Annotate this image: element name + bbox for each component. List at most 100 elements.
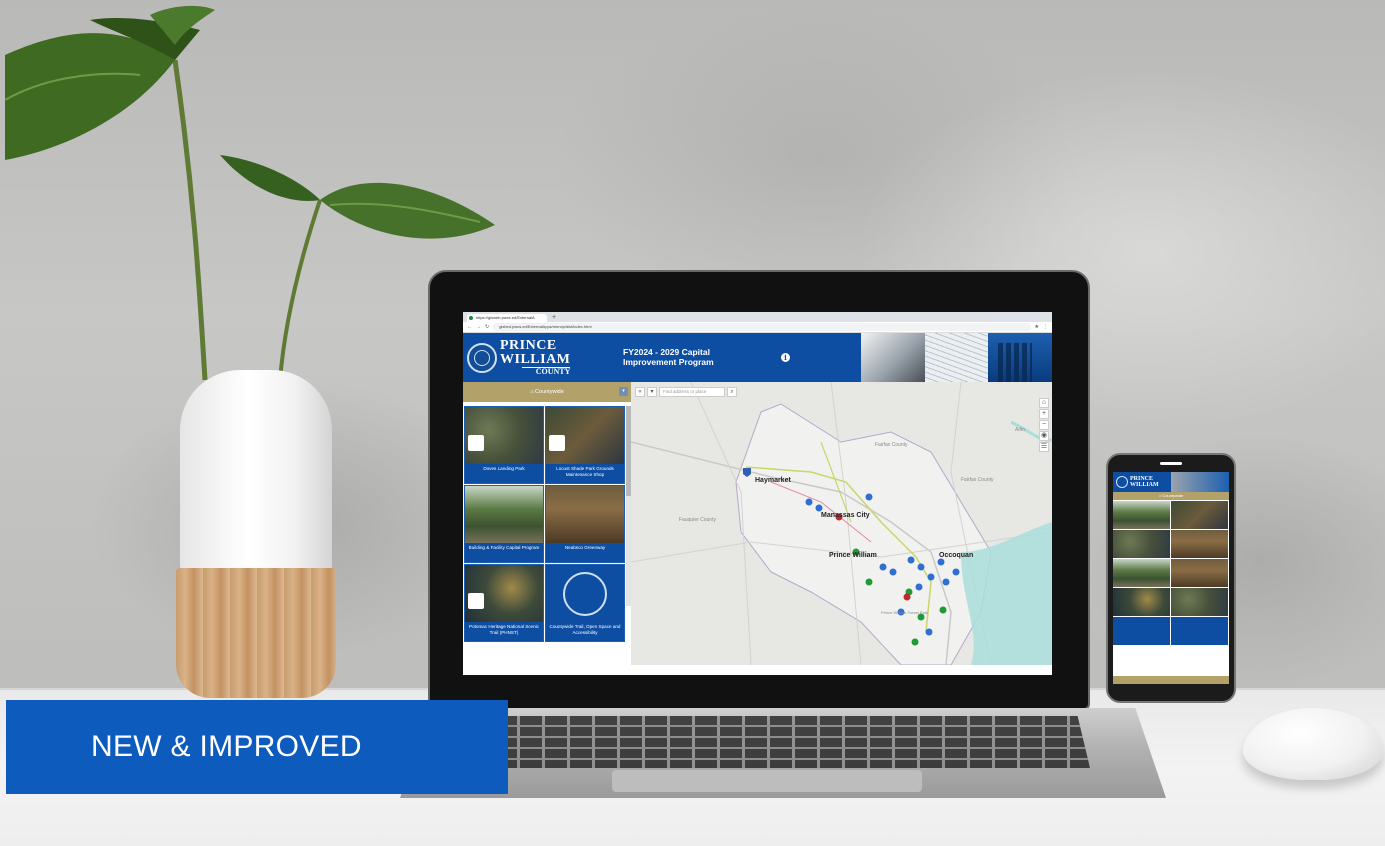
phone-project-card[interactable] [1171, 530, 1228, 558]
county-seal-icon [1116, 476, 1128, 488]
banner-photo-blueprints [924, 333, 989, 382]
menu-icon[interactable]: ⋮ [1043, 324, 1048, 330]
project-card-label: Countywide Trail, Open Space and Accessi… [549, 624, 621, 635]
chevron-down-icon[interactable]: ▾ [619, 387, 628, 396]
url-field[interactable]: gisbed.pwcs.ed/ExternalApps/mercip/dist/… [493, 323, 1031, 331]
project-thumbnail [546, 486, 624, 543]
phone-speaker [1160, 462, 1182, 465]
back-icon[interactable]: ← [467, 324, 472, 330]
county-seal-icon [467, 342, 497, 373]
banner-photo-handshake [861, 333, 925, 382]
project-card[interactable]: Doves Landing Park [464, 406, 544, 484]
vase-white-top [180, 370, 332, 570]
project-card-label: Building & Facility Capital Program [468, 545, 540, 550]
project-card-label: Doves Landing Park [483, 466, 525, 471]
zoom-out-button[interactable]: − [1039, 420, 1049, 430]
project-card-label: Locust Shade Park Grounds Maintenance Sh… [556, 466, 614, 477]
project-card-grid: Doves Landing Park Locust Shade Park Gro… [463, 402, 631, 642]
project-sidebar: ⌂ Countywide ▾ Doves Landing Park Locust… [463, 382, 631, 665]
project-card[interactable]: Neabsco Greenway [545, 485, 625, 563]
banner-photo-people [988, 333, 1052, 382]
new-tab-button[interactable]: + [547, 314, 556, 322]
logo-line3: COUNTY [522, 367, 571, 376]
county-logo[interactable]: PRINCE WILLIAM COUNTY [463, 333, 611, 382]
phone-logo: PRINCE WILLIAM [1130, 476, 1159, 488]
layers-icon[interactable]: ☰ [1039, 442, 1049, 452]
county-seal-icon [563, 571, 607, 616]
project-card-label: Potomac Heritage National Scenic Trail (… [469, 624, 539, 635]
phone-project-card[interactable] [1113, 588, 1170, 616]
project-card[interactable]: Building & Facility Capital Program [464, 485, 544, 563]
phone-footer-bar [1113, 676, 1229, 684]
app-title-line1: FY2024 - 2029 Capital [623, 347, 710, 357]
search-icon[interactable]: ⌕ [727, 387, 737, 397]
phone-project-card[interactable] [1113, 501, 1170, 529]
promo-banner: NEW & IMPROVED [6, 700, 508, 794]
phone-region-selector[interactable]: ⌂ Countywide [1113, 492, 1229, 500]
project-card[interactable]: Potomac Heritage National Scenic Trail (… [464, 564, 544, 642]
map-toolbar: « ▾ Find address or place ⌕ [635, 387, 737, 397]
map-label-manassas-city: Manassas City [821, 512, 870, 519]
phone-project-card[interactable] [1113, 559, 1170, 587]
phone-app-header: PRINCE WILLIAM [1113, 472, 1229, 492]
reload-icon[interactable]: ↻ [485, 324, 489, 330]
map-label-prince-william: Prince William [829, 552, 877, 559]
app-title: FY2024 - 2029 Capital Improvement Progra… [611, 333, 861, 382]
project-thumbnail [465, 407, 543, 464]
map-label-fairfax-county-2: Fairfax County [961, 477, 994, 483]
map-label-occoquan: Occoquan [939, 552, 974, 559]
map-label-fauquier-county: Fauquier County [679, 517, 716, 523]
map-label-haymarket: Haymarket [755, 477, 791, 484]
map-thumb-icon [468, 435, 484, 451]
home-icon[interactable]: ⌂ [1039, 398, 1049, 408]
project-thumbnail [546, 407, 624, 464]
zoom-in-button[interactable]: + [1039, 409, 1049, 419]
phone-project-card[interactable] [1113, 617, 1170, 645]
laptop-screen: https://gisweb.pwcs.ed/ExternalA + ← → ↻… [463, 312, 1052, 675]
search-source-dropdown[interactable]: ▾ [647, 387, 657, 397]
map-label-fairfax-county: Fairfax County [875, 442, 908, 448]
logo-line2: WILLIAM [500, 352, 571, 367]
favicon-icon [469, 316, 473, 320]
project-card-label: Neabsco Greenway [564, 545, 606, 550]
map-zoom-controls: ⌂ + − ◉ ☰ [1039, 398, 1049, 452]
map-thumb-icon [549, 435, 565, 451]
browser-tab[interactable]: https://gisweb.pwcs.ed/ExternalA [467, 314, 547, 322]
phone-header-banner [1170, 472, 1229, 492]
browser-tab-bar: https://gisweb.pwcs.ed/ExternalA + [463, 312, 1052, 322]
app-header: PRINCE WILLIAM COUNTY FY2024 - 2029 Capi… [463, 333, 1052, 382]
phone-project-card[interactable] [1171, 588, 1228, 616]
project-card[interactable]: Countywide Trail, Open Space and Accessi… [545, 564, 625, 642]
star-icon[interactable]: ★ [1035, 324, 1039, 330]
map-canvas [631, 382, 1052, 665]
project-thumbnail [546, 565, 624, 622]
header-photo-banner [861, 333, 1052, 382]
browser-address-bar: ← → ↻ gisbed.pwcs.ed/ExternalApps/mercip… [463, 322, 1052, 333]
logo-line1: PRINCE [500, 338, 557, 353]
project-card[interactable]: Locust Shade Park Grounds Maintenance Sh… [545, 406, 625, 484]
region-selector[interactable]: ⌂ Countywide ▾ [463, 382, 631, 402]
locate-icon[interactable]: ◉ [1039, 431, 1049, 441]
vase-wood-base [176, 568, 336, 698]
phone-project-card[interactable] [1171, 559, 1228, 587]
phone-logo-line2: WILLIAM [1130, 482, 1159, 488]
phone-screen: PRINCE WILLIAM ⌂ Countywide [1113, 472, 1229, 684]
project-thumbnail [465, 565, 543, 622]
app-body: ⌂ Countywide ▾ Doves Landing Park Locust… [463, 382, 1052, 665]
phone-project-card[interactable] [1171, 501, 1228, 529]
project-thumbnail [465, 486, 543, 543]
forward-icon[interactable]: → [476, 324, 481, 330]
address-search-input[interactable]: Find address or place [659, 387, 725, 397]
collapse-sidebar-button[interactable]: « [635, 387, 645, 397]
laptop-keyboard-rows [470, 716, 1090, 768]
map-label-arlington: Arlin [1015, 427, 1026, 433]
map-label-forest-park: Prince William Forest Park [881, 610, 929, 615]
info-icon[interactable]: i [781, 353, 790, 362]
region-selector-label: ⌂ Countywide [530, 389, 564, 395]
phone-project-card[interactable] [1171, 617, 1228, 645]
project-map[interactable]: Haymarket Manassas City Prince William O… [631, 382, 1052, 665]
laptop-trackpad [612, 770, 922, 792]
phone-project-card[interactable] [1113, 530, 1170, 558]
map-thumb-icon [468, 593, 484, 609]
app-title-line2: Improvement Program [623, 357, 714, 367]
